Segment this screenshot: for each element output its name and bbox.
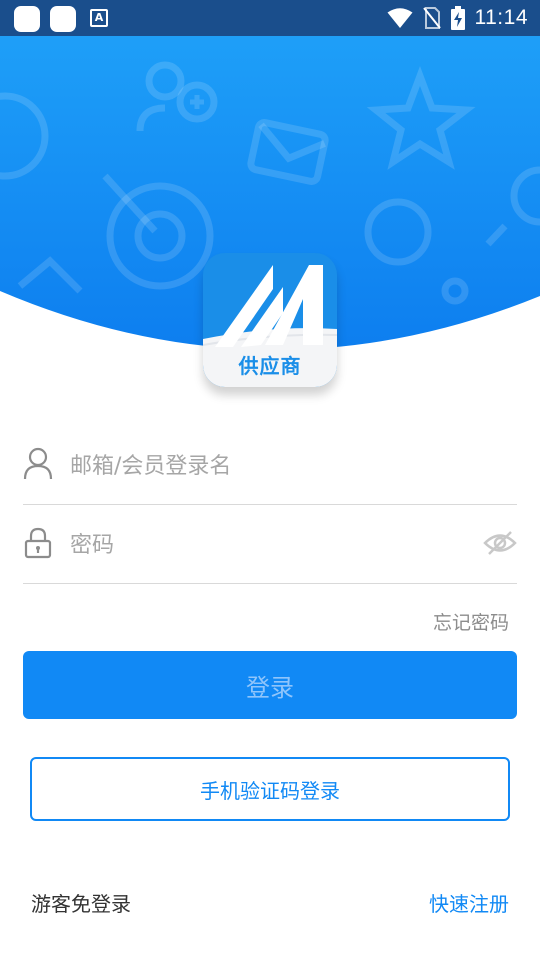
sms-login-button[interactable]: 手机验证码登录: [30, 757, 510, 821]
user-icon: [23, 447, 53, 480]
hide-password-icon[interactable]: [483, 530, 517, 556]
accessibility-indicator-icon: A: [90, 9, 108, 27]
username-field: [23, 427, 517, 505]
login-button[interactable]: 登录: [23, 651, 517, 719]
wifi-icon: [387, 8, 412, 28]
guest-login-link[interactable]: 游客免登录: [31, 888, 131, 917]
notification-app-icon: [14, 6, 40, 32]
username-input[interactable]: [68, 445, 462, 487]
lock-icon: [24, 527, 52, 559]
no-sim-icon: [422, 7, 441, 29]
quick-register-link[interactable]: 快速注册: [429, 888, 509, 917]
logo-caption: 供应商: [238, 354, 302, 378]
app-logo: 供应商: [203, 253, 337, 393]
password-input[interactable]: [68, 524, 462, 566]
battery-charging-icon: [450, 6, 465, 30]
forgot-password-link[interactable]: 忘记密码: [433, 608, 509, 635]
status-bar: A 11:14: [0, 0, 540, 36]
clock: 11:14: [474, 6, 528, 29]
password-field: [23, 506, 517, 584]
notification-app-icon: [50, 6, 76, 32]
